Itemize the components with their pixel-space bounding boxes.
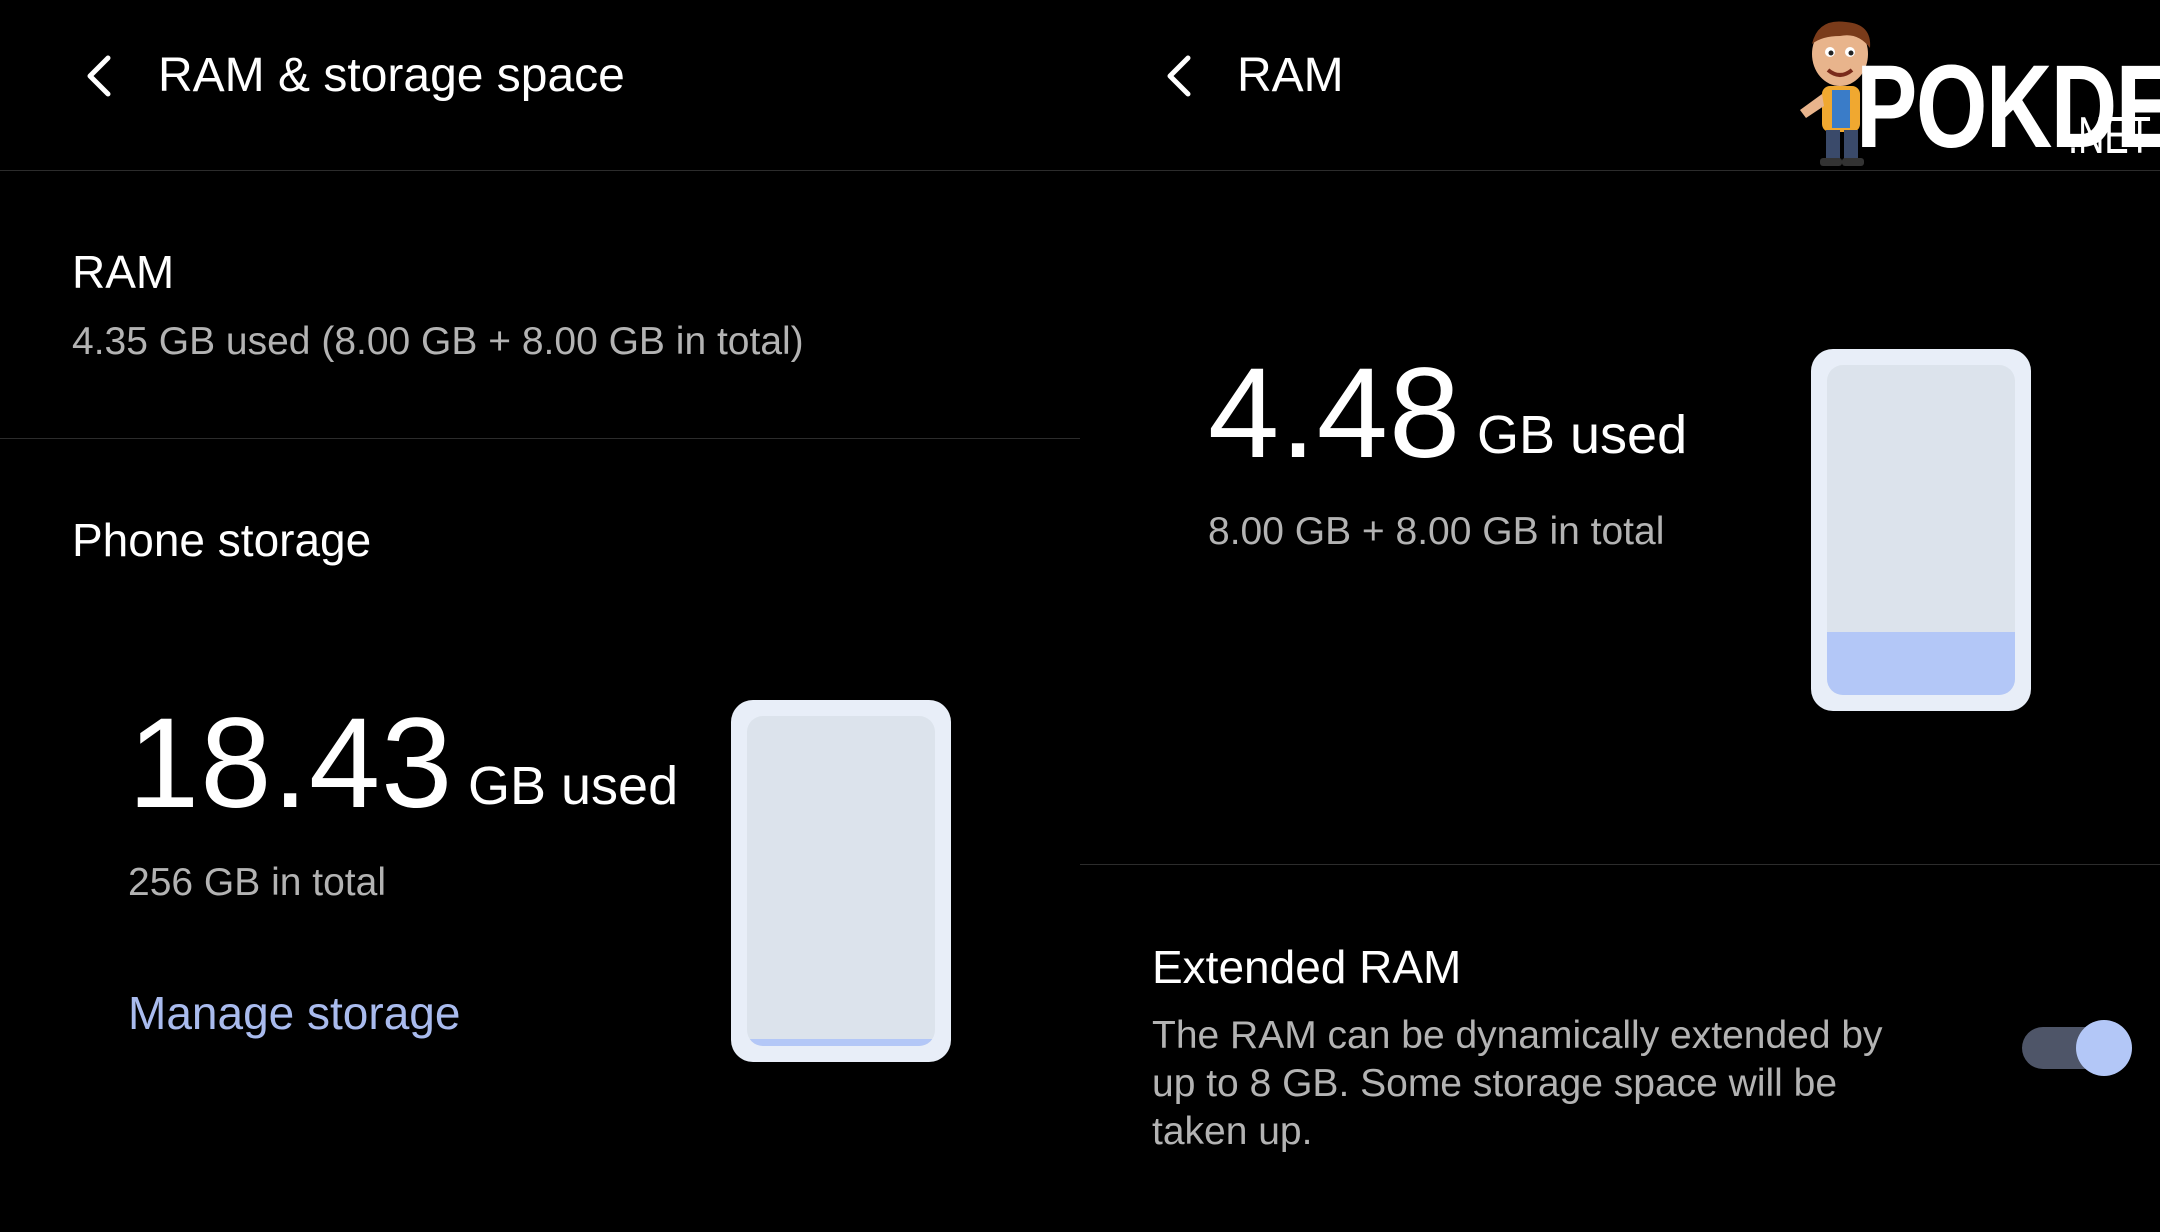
ram-used-unit: GB used (1477, 405, 1688, 465)
manage-storage-link[interactable]: Manage storage (128, 986, 460, 1040)
ram-usage-fill (1827, 632, 2015, 695)
section-divider (1080, 864, 2160, 865)
ram-used-value: 4.48 (1208, 342, 1462, 485)
extended-ram-toggle[interactable] (2020, 1018, 2132, 1078)
back-chevron-icon[interactable] (82, 54, 116, 98)
storage-used-unit: GB used (468, 756, 679, 816)
watermark-suffix: .NET (2068, 107, 2151, 165)
storage-total: 256 GB in total (128, 861, 386, 904)
page-title: RAM & storage space (158, 49, 625, 102)
ram-summary: 4.35 GB used (8.00 GB + 8.00 GB in total… (72, 320, 804, 363)
ram-total: 8.00 GB + 8.00 GB in total (1208, 510, 1665, 553)
phone-storage-label: Phone storage (72, 514, 372, 566)
extended-ram-label: Extended RAM (1152, 941, 1462, 993)
toggle-knob (2076, 1020, 2132, 1076)
ram-label: RAM (72, 246, 175, 298)
extended-ram-description: The RAM can be dynamically extended by u… (1152, 1014, 1883, 1153)
storage-used-value: 18.43 (128, 692, 454, 835)
section-divider (0, 438, 1080, 439)
storage-phone-graphic (731, 700, 951, 1062)
pokde-watermark: POKDE .NET (1780, 12, 2160, 172)
storage-phone-screen (747, 716, 935, 1046)
storage-usage-fill (747, 1039, 935, 1046)
header-divider (0, 170, 1080, 171)
ram-phone-graphic (1811, 349, 2031, 711)
back-chevron-icon[interactable] (1162, 54, 1196, 98)
ram-phone-screen (1827, 365, 2015, 695)
page-title: RAM (1237, 49, 1344, 102)
